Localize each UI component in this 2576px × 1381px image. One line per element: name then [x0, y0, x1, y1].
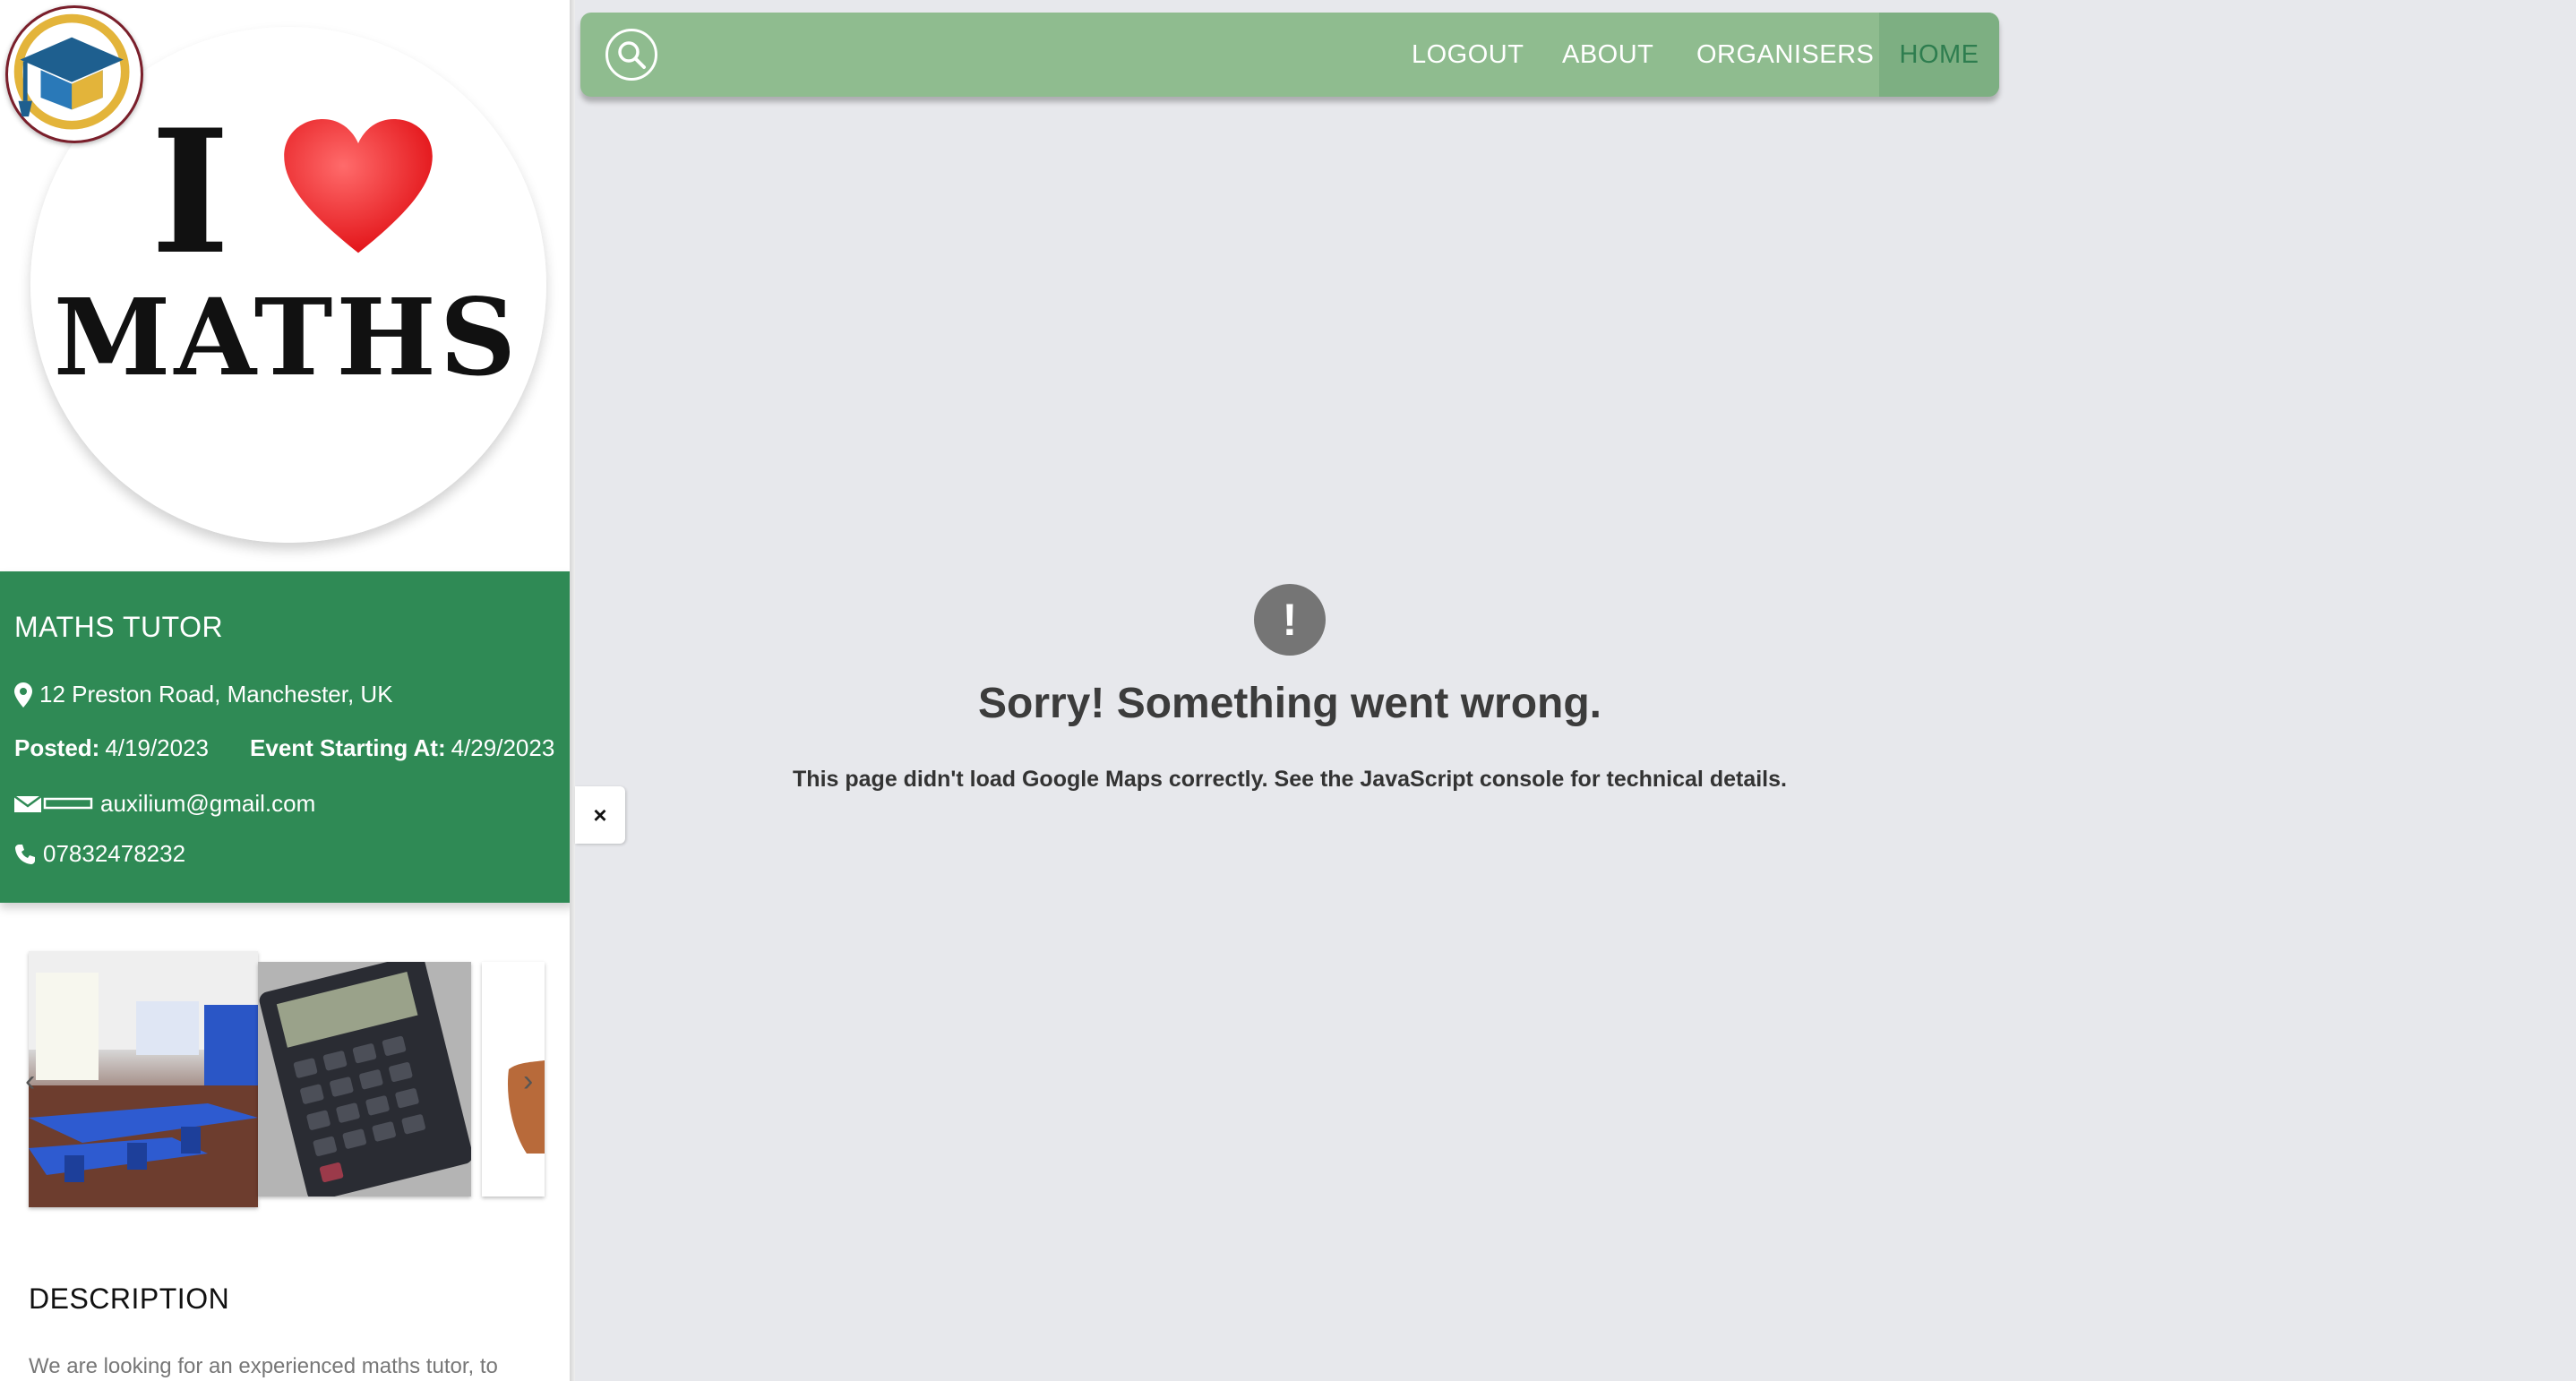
- partial-illustration: [507, 1060, 545, 1154]
- description-text: We are looking for an experienced maths …: [29, 1354, 498, 1378]
- chevron-left-icon[interactable]: ‹: [25, 1064, 35, 1099]
- event-phone-row: 07832478232: [14, 840, 185, 868]
- carousel-image-classroom[interactable]: [29, 951, 258, 1207]
- event-sidebar: I MATHS MATHS TUTOR 12 Preston Road, Man…: [0, 0, 573, 1381]
- event-dates-row: Posted: 4/19/2023 Event Starting At: 4/2…: [14, 734, 554, 762]
- description-heading: DESCRIPTION: [29, 1282, 230, 1315]
- carousel-image-partial[interactable]: [482, 962, 545, 1197]
- nav-home[interactable]: HOME: [1879, 13, 1999, 97]
- graduation-cap-icon: [13, 13, 130, 130]
- event-start-date: 4/29/2023: [451, 734, 555, 761]
- chevron-right-icon[interactable]: ›: [523, 1064, 533, 1099]
- carousel-image-calculator[interactable]: [258, 962, 471, 1197]
- nav-organisers[interactable]: ORGANISERS: [1696, 13, 1874, 97]
- event-email[interactable]: auxilium@gmail.com: [100, 790, 315, 818]
- heart-icon: [284, 119, 433, 253]
- badge-word: MATHS: [53, 275, 520, 399]
- event-email-row: auxilium@gmail.com: [14, 790, 315, 818]
- event-phone[interactable]: 07832478232: [43, 840, 185, 868]
- map-pin-icon: [14, 682, 32, 708]
- classroom-illustration: [29, 951, 258, 1207]
- close-sidebar-button[interactable]: ×: [575, 786, 625, 844]
- nav-about[interactable]: ABOUT: [1562, 13, 1653, 97]
- calculator-illustration: [258, 962, 471, 1197]
- badge-letter: I: [150, 92, 230, 292]
- search-icon: [618, 41, 646, 69]
- event-title: MATHS TUTOR: [14, 611, 224, 643]
- search-button[interactable]: [605, 29, 657, 81]
- posted-label: Posted:: [14, 734, 100, 761]
- event-address-row: 12 Preston Road, Manchester, UK: [14, 681, 393, 708]
- phone-icon: [15, 844, 35, 864]
- map-error-detail: This page didn't load Google Maps correc…: [793, 767, 1787, 792]
- image-carousel: ‹ ›: [25, 949, 545, 1209]
- event-address: 12 Preston Road, Manchester, UK: [39, 681, 393, 708]
- nav-logout[interactable]: LOGOUT: [1412, 13, 1524, 97]
- event-start-label: Event Starting At:: [250, 734, 446, 761]
- event-info-card: MATHS TUTOR 12 Preston Road, Manchester,…: [0, 571, 573, 903]
- map-error-title: Sorry! Something went wrong.: [977, 680, 1602, 727]
- error-icon: !: [1254, 584, 1326, 656]
- top-navbar: LOGOUT ABOUT ORGANISERS HOME: [580, 13, 1999, 97]
- envelope-icon: [14, 794, 93, 812]
- posted-date: 4/19/2023: [105, 734, 210, 761]
- site-logo[interactable]: [5, 5, 143, 143]
